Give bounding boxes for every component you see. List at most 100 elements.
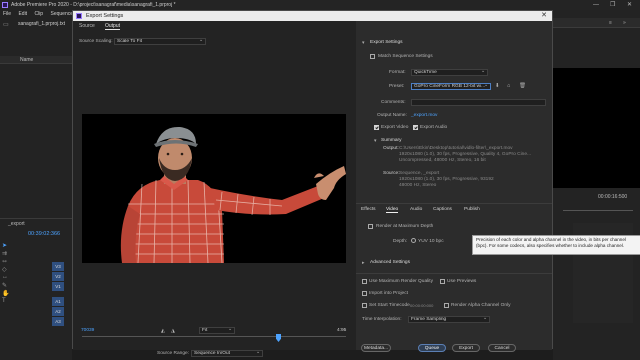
collapse-export-settings-icon[interactable]: ▾ <box>362 40 365 46</box>
app-title-bar: Adobe Premiere Pro 2020 - D:\project\san… <box>0 0 640 10</box>
sequence-tab[interactable]: _export <box>8 221 25 227</box>
playhead-icon[interactable] <box>276 334 281 342</box>
format-label: Format: <box>389 70 406 75</box>
premiere-logo-icon <box>76 13 82 19</box>
summary-output-line-1: C:\Users\Ekin\Desktop\tutorial\vidlo-fil… <box>399 146 513 151</box>
selection-tool-icon[interactable]: ➤ <box>2 242 12 250</box>
render-max-depth-checkbox[interactable] <box>368 224 373 229</box>
match-sequence-label: Match Sequence Settings <box>378 54 433 59</box>
program-timecode[interactable]: 00:00:16:500 <box>598 194 627 200</box>
presenter-figure <box>120 126 346 263</box>
menu-file[interactable]: File <box>3 11 11 17</box>
track-select-tool-icon[interactable]: ⇉ <box>2 250 12 258</box>
track-a2[interactable]: A2 <box>52 307 64 316</box>
track-v2[interactable]: V2 <box>52 272 64 281</box>
tab-captions[interactable]: Captions <box>433 207 452 212</box>
track-a3[interactable]: A3 <box>52 317 64 326</box>
tools-column: ➤ ⇉ ⇿ ◇ ↔ ✎ ✋ T <box>2 242 12 312</box>
max-render-quality-checkbox[interactable] <box>362 279 367 284</box>
import-into-project-label: Import into Project <box>369 291 408 296</box>
depth-yuv10-radio[interactable] <box>411 238 416 243</box>
razor-tool-icon[interactable]: ◇ <box>2 266 12 274</box>
depth-yuv10-label: YUV 10 bpc <box>418 239 444 244</box>
export-settings-header: Export Settings <box>370 40 403 45</box>
ripple-tool-icon[interactable]: ⇿ <box>2 258 12 266</box>
tab-source[interactable]: Source <box>79 23 95 29</box>
depth-tooltip: Precision of each color and alpha channe… <box>472 235 640 255</box>
menu-edit[interactable]: Edit <box>18 11 27 17</box>
source-scaling-dropdown[interactable]: Scale To Fit <box>114 38 206 45</box>
expand-advanced-icon[interactable]: ▸ <box>362 260 365 266</box>
use-previews-label: Use Previews <box>447 279 477 284</box>
tab-publish[interactable]: Publish <box>464 207 480 212</box>
source-range-dropdown[interactable]: Sequence In/Out <box>191 350 263 357</box>
name-column-header[interactable]: Name <box>20 57 33 63</box>
export-audio-checkbox[interactable] <box>413 125 418 130</box>
pen-tool-icon[interactable]: ✎ <box>2 282 12 290</box>
maximize-button[interactable]: ❐ <box>610 0 615 10</box>
tab-audio[interactable]: Audio <box>410 207 422 212</box>
render-alpha-only-checkbox[interactable] <box>444 303 449 308</box>
menu-sequence[interactable]: Sequence <box>50 11 73 17</box>
slip-tool-icon[interactable]: ↔ <box>2 274 12 282</box>
delete-preset-icon[interactable]: 🗑 <box>519 83 526 89</box>
output-name-link[interactable]: _export.mov <box>411 113 437 118</box>
export-video-checkbox[interactable] <box>374 125 379 130</box>
tabs-divider <box>356 203 552 204</box>
start-timecode-value[interactable]: 00:00:00:000 <box>410 303 433 308</box>
set-start-timecode-checkbox[interactable] <box>362 303 367 308</box>
render-max-depth-label: Render at Maximum Depth <box>376 224 434 229</box>
collapse-summary-icon[interactable]: ▾ <box>374 138 377 144</box>
track-v1[interactable]: V1 <box>52 282 64 291</box>
max-render-quality-label: Use Maximum Render Quality <box>369 279 433 284</box>
export-button[interactable]: Export <box>452 344 480 352</box>
project-name[interactable]: sanagrafi_1.prproj.txt <box>18 21 65 27</box>
close-app-button[interactable]: ✕ <box>627 0 632 10</box>
import-preset-icon[interactable]: ⌂ <box>507 83 510 89</box>
metadata-button[interactable]: Metadata... <box>361 344 391 352</box>
premiere-logo-icon <box>2 2 8 8</box>
advanced-settings-header: Advanced Settings <box>370 260 411 265</box>
set-in-point-icon[interactable]: ◭ <box>161 328 165 334</box>
use-previews-checkbox[interactable] <box>440 279 445 284</box>
match-sequence-checkbox[interactable] <box>370 54 375 59</box>
type-tool-icon[interactable]: T <box>2 298 12 306</box>
track-a1[interactable]: A1 <box>52 297 64 306</box>
panel-menu-icon[interactable]: ≡ <box>609 20 612 26</box>
tab-output[interactable]: Output <box>105 23 121 30</box>
minimize-button[interactable]: — <box>593 0 599 10</box>
summary-header: Summary <box>381 138 402 143</box>
tab-effects[interactable]: Effects <box>361 207 376 212</box>
queue-button[interactable]: Queue <box>418 344 446 352</box>
format-dropdown[interactable]: QuickTime <box>411 69 488 76</box>
time-interpolation-dropdown[interactable]: Frame Sampling <box>408 316 490 323</box>
settings-pane: ▾ Export Settings Match Sequence Setting… <box>356 21 552 352</box>
preview-timeline[interactable] <box>82 336 346 339</box>
output-name-label: Output Name: <box>377 113 407 118</box>
hand-tool-icon[interactable]: ✋ <box>2 290 12 298</box>
panel-expand-icon[interactable]: » <box>623 20 626 26</box>
preset-label: Preset: <box>389 84 405 89</box>
menu-clip[interactable]: Clip <box>34 11 43 17</box>
cancel-button[interactable]: Cancel <box>488 344 516 352</box>
export-settings-dialog: Export Settings ✕ Source Output Source S… <box>72 10 553 357</box>
program-scrubber[interactable] <box>563 210 633 211</box>
options-divider <box>356 273 552 274</box>
set-out-point-icon[interactable]: ◮ <box>171 328 175 334</box>
fit-zoom-dropdown[interactable]: Fit <box>199 327 235 334</box>
project-panel: ▭ sanagrafi_1.prproj.txt Name _export 00… <box>0 18 72 360</box>
preset-dropdown[interactable]: GoPro CineForm RGB 12-bit wi... <box>411 83 491 90</box>
sequence-timecode[interactable]: 00:39:02:366 <box>28 231 60 237</box>
summary-source-line-2: 1920x1080 (1.0), 30 fps, Progressive, 93… <box>399 177 494 182</box>
save-preset-icon[interactable]: ⬇ <box>495 83 500 89</box>
comments-input[interactable] <box>411 99 546 106</box>
tab-video[interactable]: Video <box>386 207 399 213</box>
import-into-project-checkbox[interactable] <box>362 291 367 296</box>
folder-icon: ▭ <box>3 22 9 28</box>
track-v3[interactable]: V3 <box>52 262 64 271</box>
dialog-close-button[interactable]: ✕ <box>541 11 547 21</box>
depth-label: Depth: <box>393 239 408 244</box>
preview-current-timecode[interactable]: 70039 <box>81 328 94 333</box>
summary-source-label: Source: <box>383 171 400 176</box>
track-headers: V3 V2 V1 A1 A2 A3 <box>52 262 64 326</box>
